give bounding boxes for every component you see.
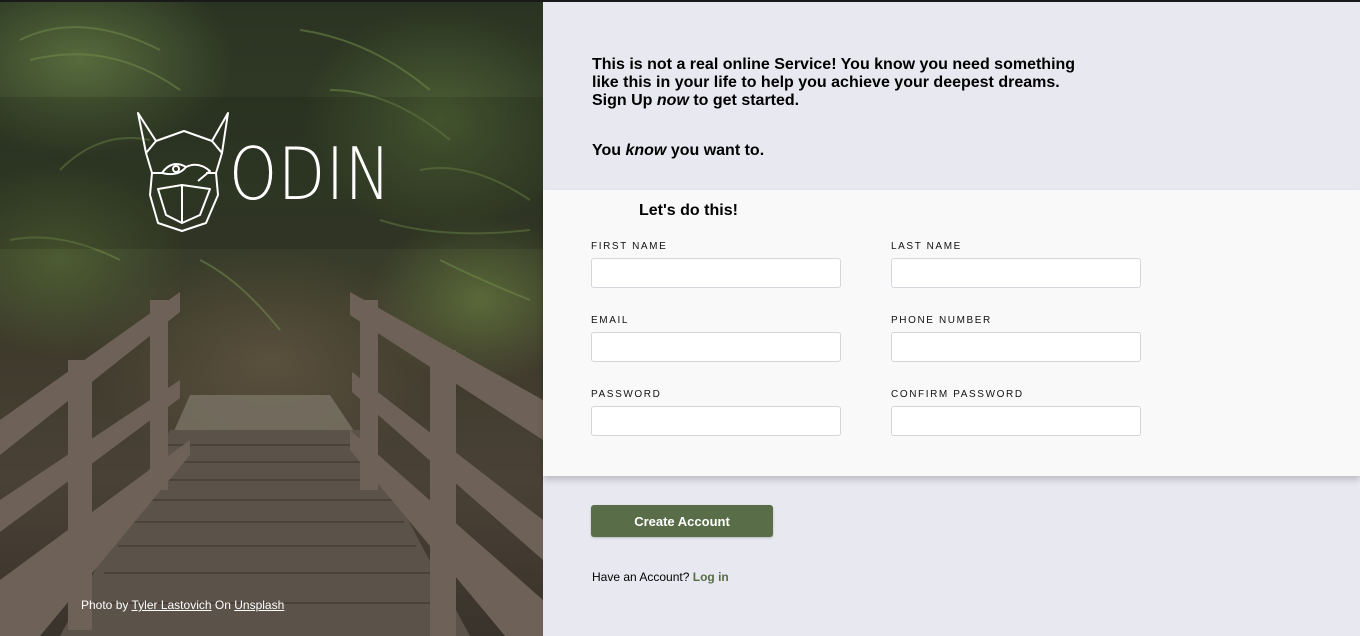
first-name-label: FIRST NAME bbox=[591, 241, 668, 252]
tagline-text-part: you want to. bbox=[666, 142, 765, 159]
signup-page: ODIN Photo by Tyler Lastovich On Unsplas… bbox=[0, 0, 1360, 636]
hero-image: ODIN Photo by Tyler Lastovich On Unsplas… bbox=[0, 0, 543, 636]
intro-paragraph: This is not a real online Service! You k… bbox=[592, 56, 1092, 110]
first-name-input[interactable] bbox=[591, 258, 841, 288]
intro-text: This is not a real online Service! You k… bbox=[592, 56, 1092, 160]
confirm-password-input[interactable] bbox=[891, 406, 1141, 436]
bridge-photo bbox=[0, 26, 543, 636]
tagline-emphasis: know bbox=[625, 142, 667, 159]
signup-form: Let's do this! FIRST NAME LAST NAME EMAI… bbox=[543, 190, 1360, 476]
email-group: EMAIL bbox=[591, 315, 841, 362]
unsplash-link[interactable]: Unsplash bbox=[234, 598, 284, 612]
login-link[interactable]: Log in bbox=[693, 570, 729, 584]
credit-middle: On bbox=[214, 598, 231, 612]
email-label: EMAIL bbox=[591, 315, 630, 326]
intro-emphasis: now bbox=[656, 92, 689, 109]
email-input[interactable] bbox=[591, 332, 841, 362]
confirm-password-label: CONFIRM PASSWORD bbox=[891, 389, 1024, 400]
create-account-button[interactable]: Create Account bbox=[591, 505, 773, 537]
have-account-text: Have an Account? bbox=[592, 570, 690, 584]
brand-name: ODIN bbox=[229, 132, 392, 216]
form-heading: Let's do this! bbox=[639, 202, 738, 219]
login-prompt: Have an Account? Log in bbox=[592, 570, 729, 584]
confirm-password-group: CONFIRM PASSWORD bbox=[891, 389, 1141, 436]
password-input[interactable] bbox=[591, 406, 841, 436]
first-name-group: FIRST NAME bbox=[591, 241, 841, 288]
phone-group: PHONE NUMBER bbox=[891, 315, 1141, 362]
phone-label: PHONE NUMBER bbox=[891, 315, 992, 326]
top-border bbox=[0, 0, 1360, 2]
last-name-input[interactable] bbox=[891, 258, 1141, 288]
odin-viking-logo-icon bbox=[137, 112, 229, 232]
credit-prefix: Photo by bbox=[81, 598, 129, 612]
password-label: PASSWORD bbox=[591, 389, 662, 400]
password-group: PASSWORD bbox=[591, 389, 841, 436]
intro-text-part: to get started. bbox=[688, 92, 800, 109]
tagline-text-part: You bbox=[592, 142, 626, 159]
phone-input[interactable] bbox=[891, 332, 1141, 362]
photographer-link[interactable]: Tyler Lastovich bbox=[132, 598, 212, 612]
photo-credit: Photo by Tyler Lastovich On Unsplash bbox=[81, 598, 284, 612]
last-name-label: LAST NAME bbox=[891, 241, 962, 252]
intro-tagline: You know you want to. bbox=[592, 142, 1092, 160]
last-name-group: LAST NAME bbox=[891, 241, 1141, 288]
